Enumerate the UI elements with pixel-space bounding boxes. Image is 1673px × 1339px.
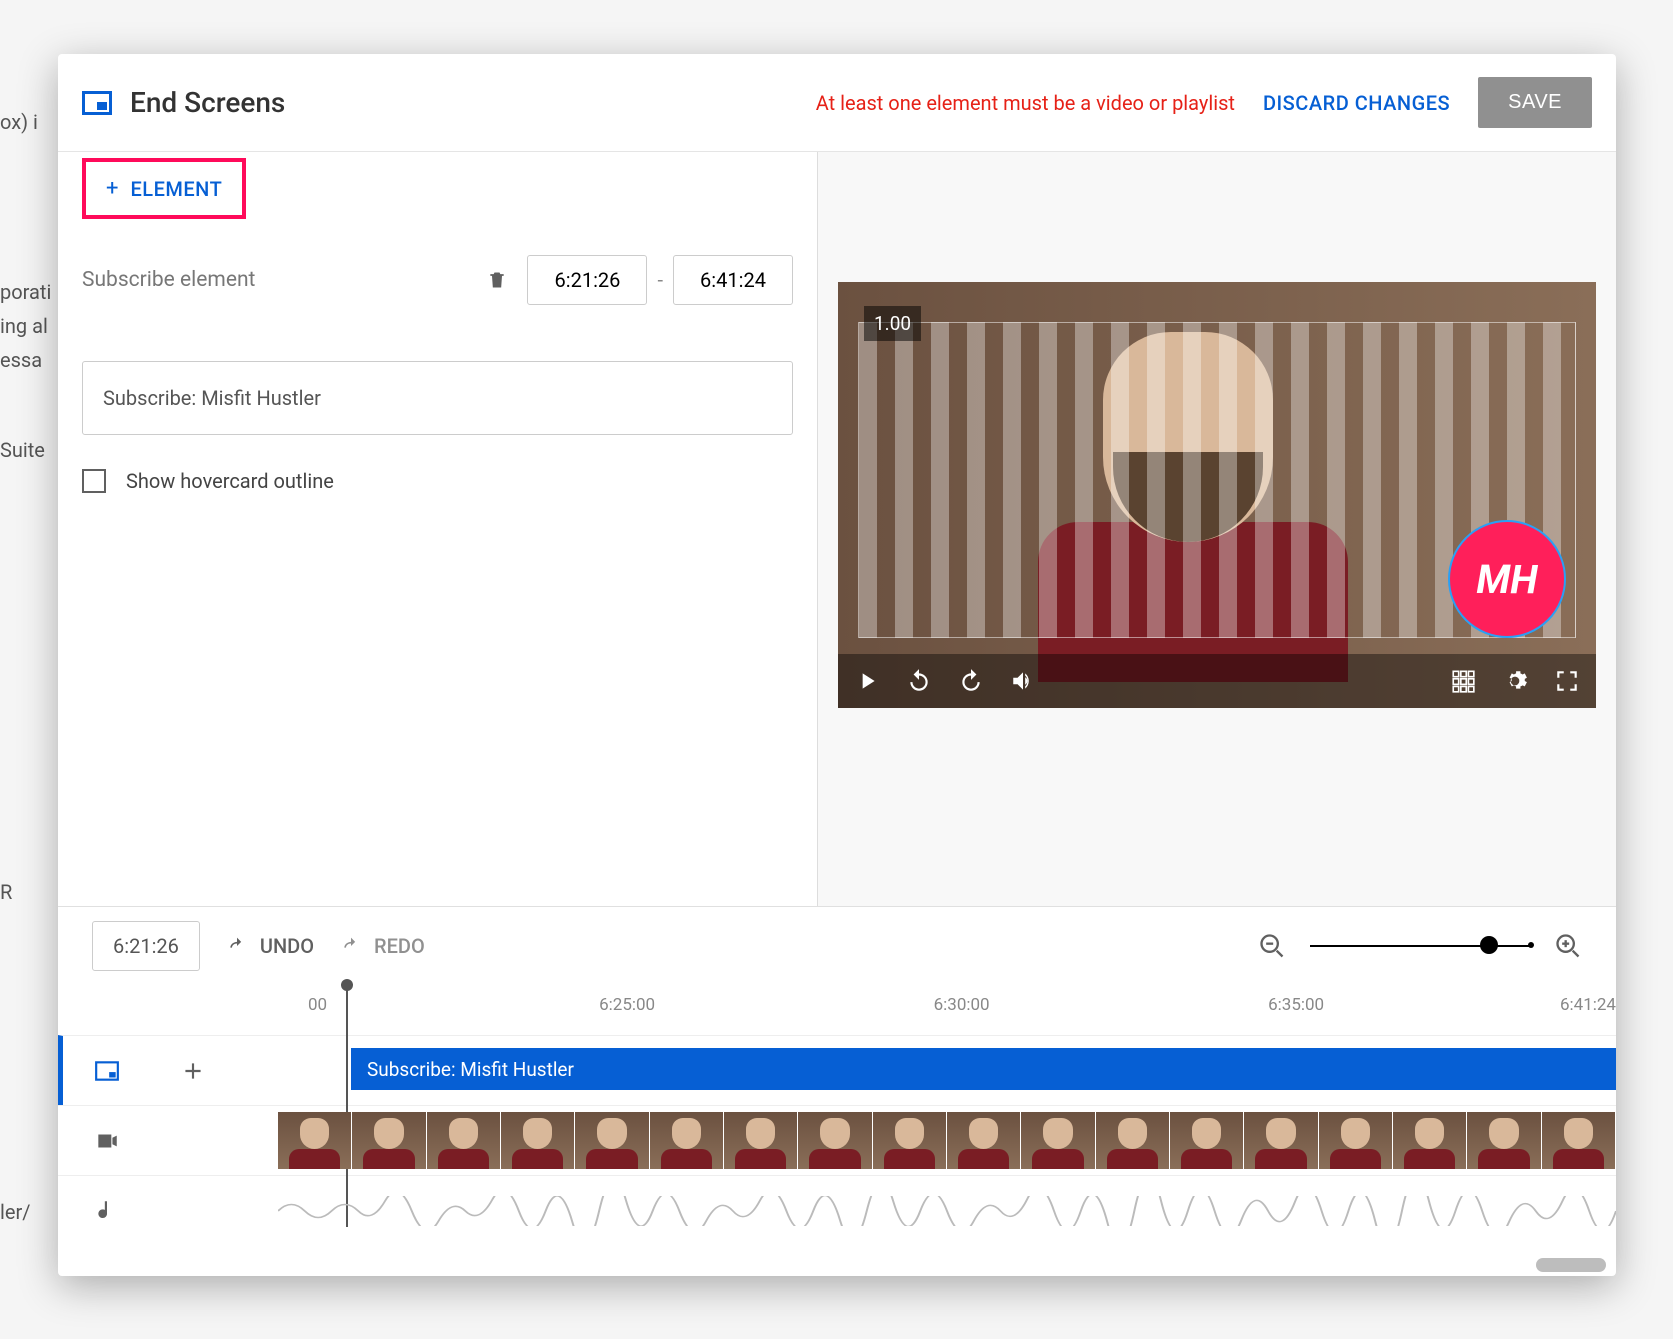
zoom-slider[interactable] <box>1310 932 1530 960</box>
ruler-tick: 6:25:00 <box>599 995 655 1015</box>
validation-warning: At least one element must be a video or … <box>816 91 1235 115</box>
subscribe-segment[interactable]: Subscribe: Misfit Hustler <box>351 1048 1616 1090</box>
audio-track-icon <box>94 1198 120 1224</box>
zoom-badge: 1.00 <box>864 306 921 341</box>
end-screen-track-icon <box>94 1058 120 1084</box>
redo-button[interactable]: REDO <box>338 934 425 958</box>
hovercard-outline-label: Show hovercard outline <box>126 469 334 493</box>
modal-title: End Screens <box>130 86 285 119</box>
fullscreen-icon[interactable] <box>1554 668 1580 694</box>
end-screen-icon <box>82 91 112 115</box>
play-icon[interactable] <box>854 668 880 694</box>
redo-label: REDO <box>374 934 425 958</box>
grid-icon[interactable] <box>1450 668 1476 694</box>
plus-icon: + <box>106 176 118 201</box>
zoom-in-button[interactable] <box>1554 932 1582 960</box>
ruler-tick: 6:30:00 <box>934 995 990 1015</box>
element-type-label: Subscribe element <box>82 268 487 292</box>
ruler-tick: 6:35:00 <box>1268 995 1324 1015</box>
discard-changes-button[interactable]: DISCARD CHANGES <box>1263 91 1450 115</box>
add-track-element-button[interactable] <box>180 1058 206 1084</box>
start-time-input[interactable] <box>527 255 647 305</box>
volume-icon[interactable] <box>1010 668 1036 694</box>
preview-panel: 1.00 MH <box>818 152 1616 906</box>
zoom-out-button[interactable] <box>1258 932 1286 960</box>
forward-10-icon[interactable] <box>958 668 984 694</box>
end-screen-track-row: Subscribe: Misfit Hustler <box>58 1035 1616 1105</box>
time-separator: - <box>657 268 663 292</box>
bg-text: ing al <box>0 314 48 338</box>
add-element-label: ELEMENT <box>130 177 222 201</box>
left-panel: + ELEMENT Subscribe element - Subscribe:… <box>58 152 818 906</box>
audio-track-row <box>58 1175 1616 1245</box>
subscribe-overlay-element[interactable]: MH <box>1448 520 1566 638</box>
horizontal-scrollbar[interactable] <box>1536 1258 1606 1272</box>
ruler-tick: 6:41:24 <box>1560 995 1616 1015</box>
undo-button[interactable]: UNDO <box>224 934 314 958</box>
save-button[interactable]: SAVE <box>1478 77 1592 128</box>
playhead-time-input[interactable]: 6:21:26 <box>92 921 200 971</box>
settings-icon[interactable] <box>1502 668 1528 694</box>
end-screens-modal: End Screens At least one element must be… <box>58 54 1616 1276</box>
video-player[interactable]: 1.00 MH <box>838 282 1596 708</box>
player-controls <box>838 654 1596 708</box>
timeline-section: 6:21:26 UNDO REDO 00 6:25:00 6:30:00 <box>58 906 1616 1276</box>
video-track-row <box>58 1105 1616 1175</box>
bg-text: porati <box>0 280 51 304</box>
bg-text: essa <box>0 348 42 372</box>
add-element-button[interactable]: + ELEMENT <box>82 158 246 219</box>
timeline-ruler[interactable]: 00 6:25:00 6:30:00 6:35:00 6:41:24 <box>278 985 1616 1035</box>
subscribe-element-box[interactable]: Subscribe: Misfit Hustler <box>82 361 793 435</box>
bg-text: ler/ <box>0 1200 31 1224</box>
video-thumbnail-strip[interactable] <box>278 1106 1616 1175</box>
modal-header: End Screens At least one element must be… <box>58 54 1616 152</box>
end-time-input[interactable] <box>673 255 793 305</box>
ruler-tick: 00 <box>308 995 327 1015</box>
bg-text: R <box>0 880 12 904</box>
audio-waveform[interactable] <box>278 1176 1616 1245</box>
bg-text: Suite <box>0 438 45 462</box>
video-track-icon <box>94 1128 120 1154</box>
bg-text: ox) i <box>0 110 38 134</box>
delete-element-button[interactable] <box>487 268 507 292</box>
undo-label: UNDO <box>260 934 314 958</box>
hovercard-outline-checkbox[interactable] <box>82 469 106 493</box>
rewind-10-icon[interactable] <box>906 668 932 694</box>
